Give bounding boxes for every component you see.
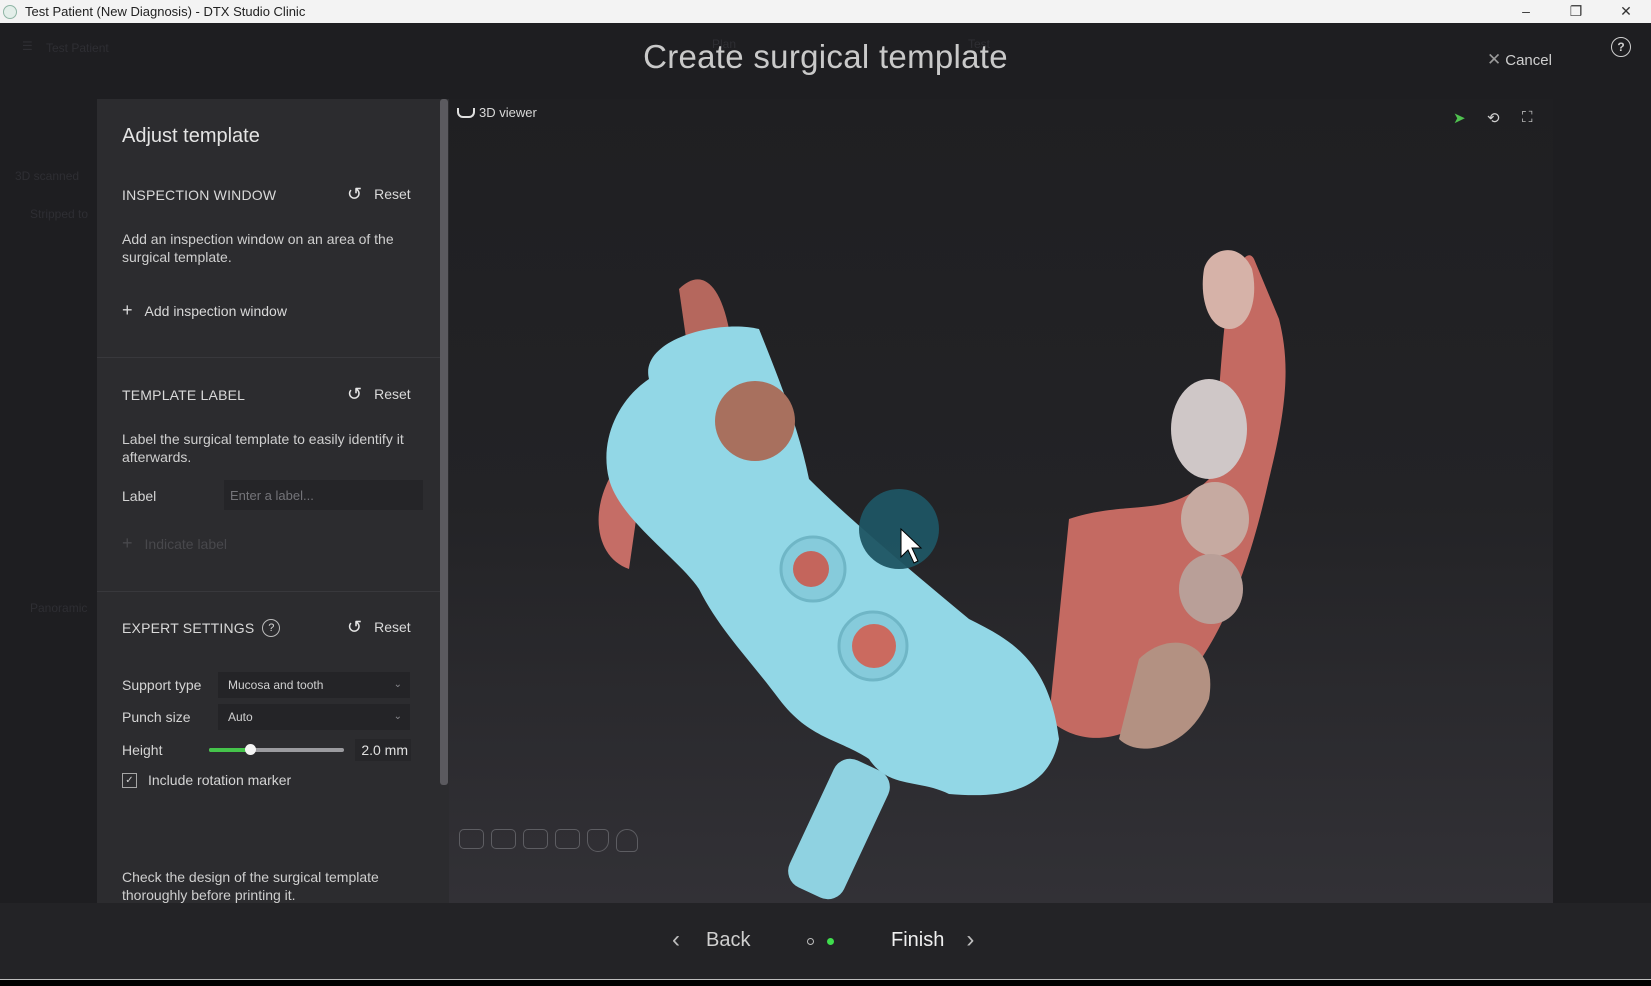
label-input[interactable] [224, 480, 423, 510]
expert-settings-heading: EXPERT SETTINGS ? [122, 619, 281, 637]
support-type-label: Support type [122, 677, 202, 693]
inspection-reset-button[interactable]: ↺ Reset [347, 184, 411, 204]
view-right-icon[interactable] [555, 829, 580, 849]
height-label: Height [122, 742, 163, 758]
label-field-label: Label [122, 488, 157, 504]
indicate-label-text: Indicate label [144, 535, 228, 552]
punch-size-label: Punch size [122, 709, 191, 725]
3d-viewer[interactable]: 3D viewer ➤ ⟲ ⛶ [449, 99, 1553, 903]
template-sleeve [788, 758, 890, 900]
guide-sleeve-hole [793, 551, 829, 587]
add-inspection-window-button[interactable]: + Add inspection window [122, 300, 287, 321]
indicate-label-button[interactable]: + Indicate label [122, 533, 227, 554]
inspection-description: Add an inspection window on an area of t… [122, 231, 394, 265]
app-logo-icon [3, 4, 17, 19]
view-preset-bar [459, 829, 638, 852]
wizard-navigation-bar [0, 903, 1651, 980]
window-controls: – ❐ ✕ [1501, 0, 1651, 23]
bg-item: Stripped to [30, 207, 89, 221]
punch-size-select[interactable]: Auto ⌄ [218, 704, 410, 730]
chevron-left-icon: ‹ [672, 926, 680, 953]
inspection-window-heading: INSPECTION WINDOW [122, 187, 277, 203]
bg-item: 3D scanned [15, 169, 80, 183]
chevron-down-icon: ⌄ [393, 679, 402, 690]
reset-label: Reset [374, 186, 411, 202]
view-lower-jaw-icon[interactable] [587, 829, 609, 852]
step-indicator-1 [807, 938, 814, 945]
punch-size-value: Auto [228, 710, 253, 724]
section-divider [97, 357, 440, 358]
tooth-premolar [1181, 482, 1249, 556]
back-label: Back [706, 928, 751, 951]
back-button[interactable]: ‹ Back [672, 926, 750, 954]
height-value-input[interactable]: 2.0 mm [355, 739, 411, 761]
panel-title: Adjust template [122, 125, 260, 147]
plus-icon: + [122, 300, 133, 320]
panel-scrollbar[interactable] [440, 99, 448, 785]
rotation-marker-label: Include rotation marker [148, 772, 292, 788]
guide-sleeve-hole [852, 624, 896, 668]
finish-button[interactable]: Finish › [891, 926, 974, 954]
info-icon[interactable]: ? [262, 619, 281, 637]
view-front-icon[interactable] [459, 829, 484, 849]
footer-note: Check the design of the surgical templat… [122, 869, 379, 903]
minimize-button[interactable]: – [1501, 0, 1551, 23]
support-type-select[interactable]: Mucosa and tooth ⌄ [218, 672, 410, 698]
dental-model-render [598, 250, 1286, 900]
view-upper-jaw-icon[interactable] [616, 829, 638, 852]
cancel-label: Cancel [1505, 51, 1552, 69]
tooth-premolar [1179, 554, 1243, 624]
section-divider [97, 591, 440, 592]
template-label-reset-button[interactable]: ↺ Reset [347, 384, 411, 404]
expert-reset-button[interactable]: ↺ Reset [347, 617, 411, 637]
reset-icon: ↺ [347, 184, 363, 204]
template-label-description: Label the surgical template to easily id… [122, 431, 404, 465]
plus-icon: + [122, 533, 133, 553]
height-slider-fill [209, 748, 250, 752]
add-inspection-label: Add inspection window [144, 302, 287, 319]
inspection-window-hole [715, 381, 795, 461]
rotation-marker-checkbox[interactable]: ✓ [122, 773, 137, 788]
reset-label: Reset [374, 619, 411, 635]
cancel-button[interactable]: ✕ Cancel [1487, 50, 1552, 70]
restore-button[interactable]: ❐ [1551, 0, 1601, 23]
view-front-open-icon[interactable] [491, 829, 516, 849]
support-type-value: Mucosa and tooth [228, 678, 324, 692]
adjust-template-panel: Adjust template INSPECTION WINDOW ↺ Rese… [97, 99, 449, 903]
reset-label: Reset [374, 386, 411, 402]
finish-label: Finish [891, 928, 945, 951]
window-titlebar: Test Patient (New Diagnosis) - DTX Studi… [0, 0, 1651, 23]
height-slider[interactable] [209, 744, 344, 755]
window-title: Test Patient (New Diagnosis) - DTX Studi… [25, 4, 306, 19]
close-icon: ✕ [1487, 50, 1502, 69]
page-title: Create surgical template [643, 38, 1008, 75]
chevron-right-icon: › [966, 926, 975, 953]
reset-icon: ↺ [347, 384, 363, 404]
tooth-molar [1171, 379, 1247, 479]
template-label-heading: TEMPLATE LABEL [122, 387, 246, 403]
help-button[interactable]: ? [1611, 37, 1631, 57]
tooth-incisor [1202, 250, 1255, 329]
view-left-icon[interactable] [523, 829, 548, 849]
bg-item: Panoramic [30, 601, 88, 615]
cursor-highlight [859, 489, 939, 569]
reset-icon: ↺ [347, 617, 363, 637]
expert-settings-text: EXPERT SETTINGS [122, 620, 255, 636]
height-slider-thumb[interactable] [244, 744, 256, 755]
chevron-down-icon: ⌄ [393, 711, 402, 722]
close-window-button[interactable]: ✕ [1601, 0, 1651, 23]
step-indicator-2-active [827, 938, 834, 945]
